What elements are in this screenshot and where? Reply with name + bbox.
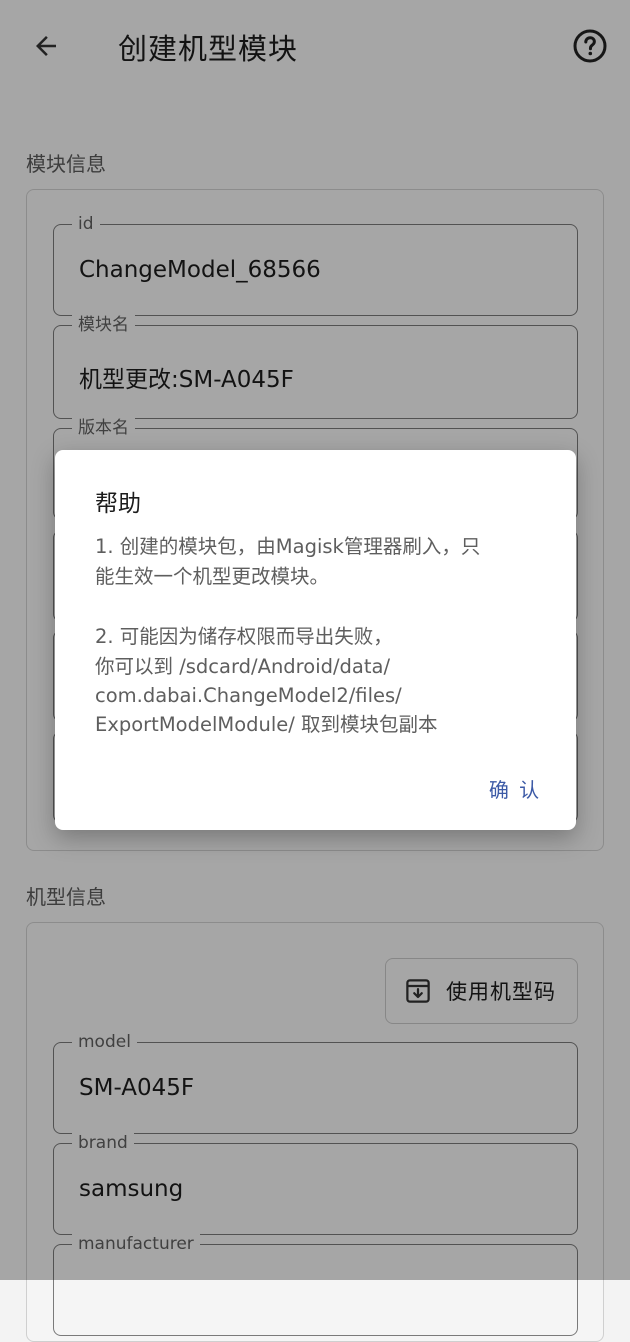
dialog-line: 2. 可能因为储存权限而导出失败， <box>95 625 393 648</box>
dialog-line: ExportModelModule/ 取到模块包副本 <box>95 713 438 736</box>
help-dialog: 帮助 1. 创建的模块包，由Magisk管理器刷入，只 能生效一个机型更改模块。… <box>55 450 576 830</box>
dialog-line: 你可以到 /sdcard/Android/data/ <box>95 655 391 678</box>
dialog-title: 帮助 <box>95 491 141 517</box>
app-screen: 创建机型模块 模块信息 id ChangeModel_68566 模块名 机型更… <box>0 0 630 1342</box>
dialog-message: 1. 创建的模块包，由Magisk管理器刷入，只 能生效一个机型更改模块。 2.… <box>95 532 545 739</box>
dialog-line: 能生效一个机型更改模块。 <box>95 565 330 588</box>
dialog-line: com.dabai.ChangeModel2/files/ <box>95 684 402 707</box>
dialog-line: 1. 创建的模块包，由Magisk管理器刷入，只 <box>95 535 481 558</box>
confirm-button[interactable]: 确 认 <box>473 770 557 806</box>
